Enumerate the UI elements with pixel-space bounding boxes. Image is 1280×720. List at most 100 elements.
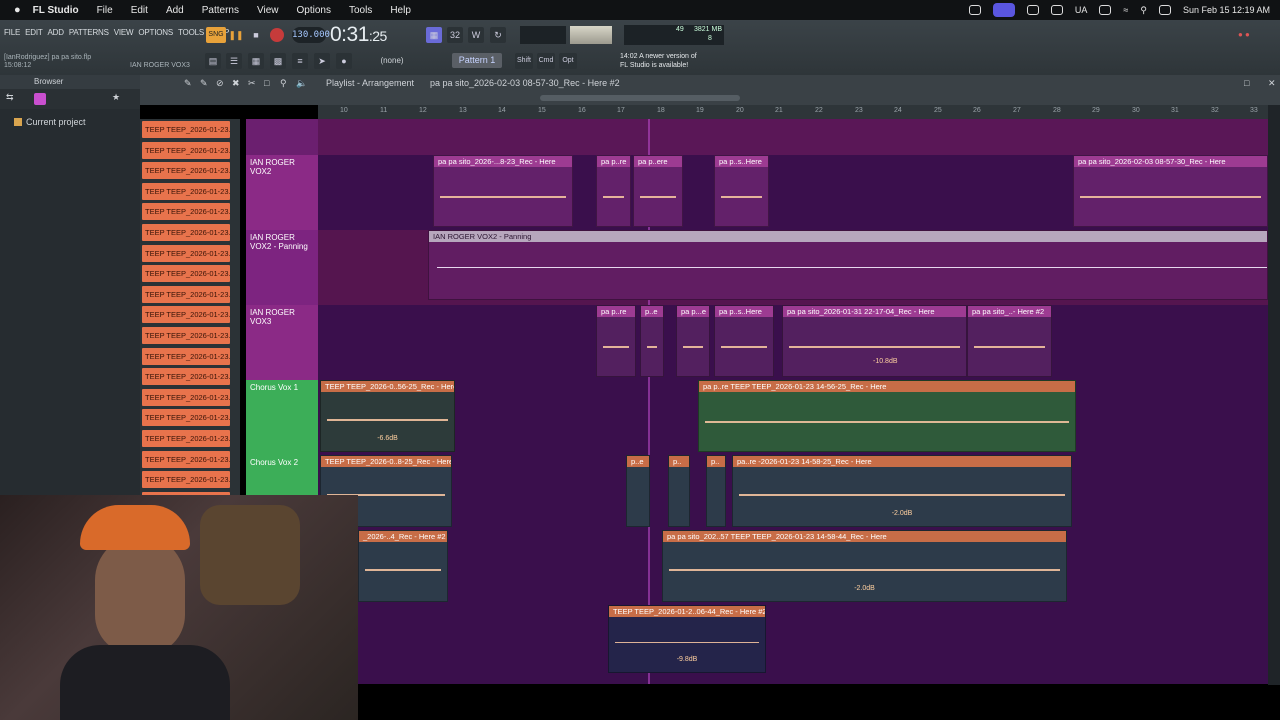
pattern-item[interactable]: TEEP TEEP_2026-01-23... — [142, 450, 230, 468]
status-icon[interactable] — [1026, 5, 1039, 15]
master-volume[interactable] — [570, 26, 612, 44]
input-language[interactable]: UA — [1075, 5, 1088, 15]
audio-clip[interactable]: p..e — [626, 455, 650, 527]
browser-filter-icon[interactable] — [34, 93, 46, 105]
tempo-display[interactable]: 130.000 — [292, 27, 330, 43]
opt-button[interactable]: Opt — [559, 53, 577, 69]
wifi-icon[interactable]: ≈ — [1123, 5, 1128, 15]
track-header-vox2[interactable]: IAN ROGER VOX2 — [246, 155, 318, 230]
select-tool-icon[interactable]: □ — [264, 75, 269, 91]
automation-clip[interactable]: IAN ROGER VOX2 - Panning — [428, 230, 1268, 300]
fl-menu-view[interactable]: VIEW — [114, 28, 134, 37]
pattern-item[interactable]: TEEP TEEP_2026-01-23... — [142, 285, 230, 303]
song-mode-toggle[interactable]: SNG — [206, 27, 226, 43]
fl-menu-file[interactable]: FILE — [4, 28, 20, 37]
maximize-icon[interactable]: □ — [1244, 75, 1249, 91]
mixer-icon[interactable]: ≡ — [292, 53, 308, 69]
pattern-item[interactable]: TEEP TEEP_2026-01-23... — [142, 121, 230, 138]
playback-tool-icon[interactable]: 🔈 — [296, 75, 307, 91]
apple-icon[interactable]: ● — [14, 4, 21, 16]
view-icon[interactable]: ▤ — [205, 53, 221, 69]
arrow-icon[interactable]: ➤ — [314, 53, 330, 69]
fl-menu-patterns[interactable]: PATTERNS — [69, 28, 109, 37]
mac-menu-tools[interactable]: Tools — [349, 5, 372, 16]
cmd-button[interactable]: Cmd — [537, 53, 555, 69]
channel-rack-icon[interactable]: ▦ — [248, 53, 264, 69]
mac-app-name[interactable]: FL Studio — [33, 5, 79, 16]
piano-roll-icon[interactable]: ▩ — [270, 53, 286, 69]
delete-tool-icon[interactable]: ⊘ — [216, 75, 224, 91]
pattern-item[interactable]: TEEP TEEP_2026-01-23... — [142, 388, 230, 406]
audio-clip[interactable]: _2026-..4_Rec - Here #2 — [358, 530, 448, 602]
pattern-item[interactable]: TEEP TEEP_2026-01-23... — [142, 471, 230, 489]
audio-clip[interactable]: p.. — [668, 455, 690, 527]
audio-clip[interactable]: pa p..re — [596, 155, 631, 227]
clock[interactable]: Sun Feb 15 12:19 AM — [1183, 5, 1270, 15]
arrangement-grid[interactable]: pa pa sito_2026-...8-23_Rec - Here pa p.… — [318, 119, 1268, 684]
browser-header[interactable]: Browser — [0, 75, 140, 89]
audio-clip[interactable]: pa pa sito_2026-01-31 22-17-04_Rec - Her… — [782, 305, 967, 377]
mac-menu-patterns[interactable]: Patterns — [202, 5, 239, 16]
metronome-icon[interactable]: ▦ — [426, 27, 442, 43]
pattern-item[interactable]: TEEP TEEP_2026-01-23... — [142, 368, 230, 386]
slice-tool-icon[interactable]: ✂ — [248, 75, 256, 91]
track-header-vox3[interactable]: IAN ROGER VOX3 — [246, 305, 318, 380]
mac-menu-options[interactable]: Options — [296, 5, 330, 16]
pattern-item[interactable]: TEEP TEEP_2026-01-23... — [142, 430, 230, 447]
pattern-item[interactable]: TEEP TEEP_2026-01-23... — [142, 265, 230, 283]
audio-clip[interactable]: pa p...e — [676, 305, 710, 377]
audio-clip[interactable]: pa p..ere — [633, 155, 683, 227]
vertical-scrollbar[interactable] — [1268, 105, 1280, 685]
mac-menu-help[interactable]: Help — [390, 5, 411, 16]
audio-clip[interactable]: pa pa sito_2026-02-03 08-57-30_Rec - Her… — [1073, 155, 1268, 227]
audio-clip[interactable]: pa p..re — [596, 305, 636, 377]
audio-clip[interactable]: pa p..s..Here — [714, 155, 769, 227]
star-icon[interactable]: ★ — [112, 92, 120, 103]
audio-clip[interactable]: p.. — [706, 455, 726, 527]
track-header-chorus1[interactable]: Chorus Vox 1 — [246, 380, 318, 455]
timeline-ruler[interactable]: 10 11 12 13 14 15 16 17 18 19 20 21 22 23 24 25 26 27 28 29… — [318, 105, 1268, 119]
zoom-tool-icon[interactable]: ⚲ — [280, 75, 287, 91]
mac-menu-edit[interactable]: Edit — [131, 5, 148, 16]
mic-icon[interactable]: ● — [336, 53, 352, 69]
track-header-panning[interactable]: IAN ROGER VOX2 - Panning — [246, 230, 318, 305]
mac-menu-file[interactable]: File — [97, 5, 113, 16]
wait-icon[interactable]: W — [468, 27, 484, 43]
pattern-item[interactable]: TEEP TEEP_2026-01-23... — [142, 162, 230, 180]
pattern-item[interactable]: TEEP TEEP_2026-01-23... — [142, 141, 230, 159]
pattern-item[interactable]: TEEP TEEP_2026-01-23... — [142, 327, 230, 344]
pattern-item[interactable]: TEEP TEEP_2026-01-23... — [142, 203, 230, 221]
update-notice[interactable]: 14:02 A newer version of FL Studio is av… — [620, 52, 697, 70]
record-icon[interactable] — [270, 28, 284, 42]
window-controls[interactable]: ● ● — [1238, 30, 1268, 39]
pause-icon[interactable]: ❚❚ — [228, 27, 244, 43]
pattern-selector[interactable]: Pattern 1 — [452, 53, 502, 68]
browser-current-project[interactable]: Current project — [26, 117, 86, 127]
battery-icon[interactable] — [1099, 5, 1112, 15]
mac-menu-add[interactable]: Add — [166, 5, 184, 16]
audio-clip[interactable]: p..e — [640, 305, 664, 377]
pattern-item[interactable]: TEEP TEEP_2026-01-23... — [142, 244, 230, 262]
audio-clip[interactable]: TEEP TEEP_2026-0..56-25_Rec - Here -6.6dB — [320, 380, 455, 452]
mac-menu-view[interactable]: View — [257, 5, 279, 16]
stop-icon[interactable]: ■ — [248, 27, 264, 43]
playlist-title[interactable]: Playlist - Arrangement — [326, 75, 414, 91]
browser-nav-icon[interactable]: ⇆ — [6, 92, 14, 103]
pattern-item[interactable]: TEEP TEEP_2026-01-23... — [142, 409, 230, 427]
audio-clip[interactable]: pa p..s..Here — [714, 305, 774, 377]
status-icon[interactable] — [1050, 5, 1063, 15]
shift-button[interactable]: Shift — [515, 53, 533, 69]
loop-record-icon[interactable]: ↻ — [490, 27, 506, 43]
audio-clip[interactable]: pa pa sito_..- Here #2 — [967, 305, 1052, 377]
fl-menu-options[interactable]: OPTIONS — [138, 28, 173, 37]
audio-clip[interactable]: pa pa sito_2026-...8-23_Rec - Here — [433, 155, 573, 227]
mute-tool-icon[interactable]: ✖ — [232, 75, 240, 91]
time-display[interactable]: 0:31:25 — [330, 23, 387, 47]
pattern-item[interactable]: TEEP TEEP_2026-01-23... — [142, 182, 230, 200]
status-icon[interactable] — [968, 5, 981, 15]
paint-tool-icon[interactable]: ✎ — [200, 75, 208, 91]
fl-menu-tools[interactable]: TOOLS — [178, 28, 204, 37]
control-center-icon[interactable] — [1158, 5, 1171, 15]
audio-clip[interactable]: pa pa sito_202..57 TEEP TEEP_2026-01-23 … — [662, 530, 1067, 602]
track-header-chorus2[interactable]: Chorus Vox 2 — [246, 455, 318, 495]
